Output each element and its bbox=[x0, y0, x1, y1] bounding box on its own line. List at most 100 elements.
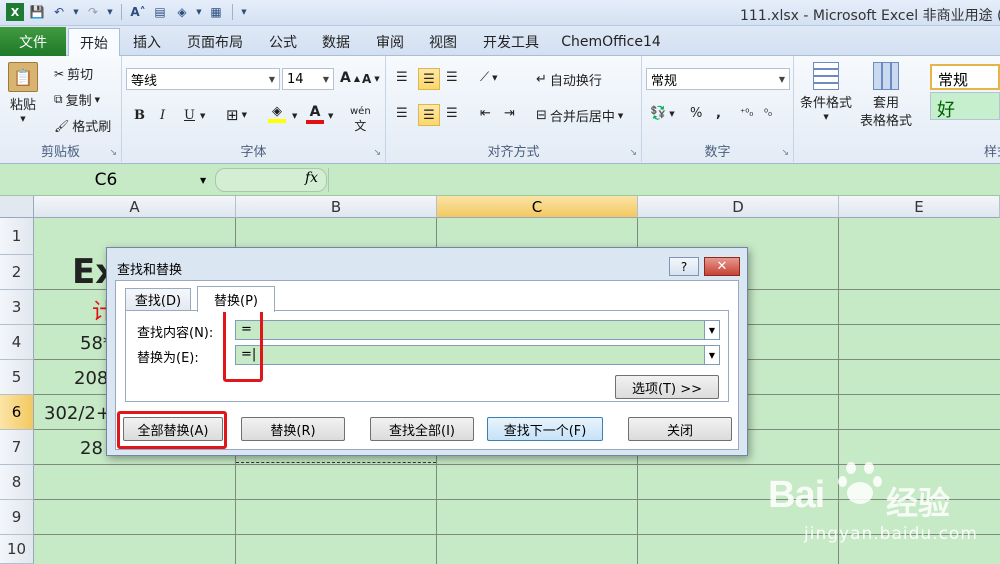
font-size-icon[interactable]: A˄ bbox=[129, 3, 147, 21]
tab-developer[interactable]: 开发工具 bbox=[474, 28, 548, 56]
undo-icon[interactable]: ↶ bbox=[50, 3, 68, 21]
bold-button[interactable]: B bbox=[134, 108, 145, 123]
redo-dropdown-icon[interactable]: ▼ bbox=[106, 3, 114, 21]
shrink-font-button[interactable]: A ▼ bbox=[362, 72, 380, 86]
font-color-dropdown-icon[interactable]: ▼ bbox=[328, 112, 333, 120]
redo-icon[interactable]: ↷ bbox=[84, 3, 102, 21]
select-all-corner[interactable] bbox=[0, 196, 34, 218]
font-name-combo[interactable]: 等线 ▼ bbox=[126, 68, 280, 90]
undo-dropdown-icon[interactable]: ▼ bbox=[72, 3, 80, 21]
wrap-text-button[interactable]: ↵ 自动换行 bbox=[536, 70, 602, 89]
orientation-button[interactable]: ⟋ ▼ bbox=[480, 70, 498, 85]
column-header-c[interactable]: C bbox=[437, 196, 638, 218]
row-header-9[interactable]: 9 bbox=[0, 500, 34, 535]
style-normal[interactable]: 常规 bbox=[930, 64, 1000, 90]
row-header-3[interactable]: 3 bbox=[0, 290, 34, 325]
cell-a5[interactable]: 208 bbox=[74, 368, 108, 389]
column-header-e[interactable]: E bbox=[839, 196, 1000, 218]
align-middle-button[interactable]: ☰ bbox=[418, 68, 440, 90]
tab-file[interactable]: 文件 bbox=[0, 27, 66, 56]
cut-button[interactable]: ✂ 剪切 bbox=[54, 64, 93, 84]
replace-with-dropdown-icon[interactable]: ▼ bbox=[704, 345, 720, 365]
customize-qat-icon[interactable]: ▼ bbox=[240, 3, 248, 21]
cell-a7[interactable]: 28 bbox=[80, 438, 103, 459]
underline-button[interactable]: U bbox=[184, 108, 195, 123]
conditional-format-button[interactable]: 条件格式 ▼ bbox=[800, 62, 852, 121]
align-center-button[interactable]: ☰ bbox=[418, 104, 440, 126]
tab-view[interactable]: 视图 bbox=[420, 28, 466, 56]
dialog-launcher-icon[interactable]: ↘ bbox=[109, 148, 117, 158]
underline-dropdown-icon[interactable]: ▼ bbox=[200, 112, 205, 120]
help-button[interactable]: ? bbox=[669, 257, 699, 276]
formula-input[interactable] bbox=[328, 168, 1000, 192]
number-format-combo[interactable]: 常规 ▼ bbox=[646, 68, 790, 90]
insert-function-icon[interactable]: fx bbox=[305, 170, 318, 186]
name-box-dropdown-icon[interactable]: ▼ bbox=[200, 176, 206, 185]
tab-review[interactable]: 审阅 bbox=[367, 28, 413, 56]
align-top-button[interactable]: ☰ bbox=[396, 70, 408, 85]
dialog-launcher-icon[interactable]: ↘ bbox=[629, 148, 637, 158]
row-header-5[interactable]: 5 bbox=[0, 360, 34, 395]
close-button[interactable]: 关闭 bbox=[628, 417, 732, 441]
dialog-launcher-icon[interactable]: ↘ bbox=[373, 148, 381, 158]
tab-page-layout[interactable]: 页面布局 bbox=[178, 28, 252, 56]
column-header-a[interactable]: A bbox=[34, 196, 236, 218]
find-what-dropdown-icon[interactable]: ▼ bbox=[704, 320, 720, 340]
decrease-indent-button[interactable]: ⇤ bbox=[480, 106, 491, 121]
tab-replace[interactable]: 替换(P) bbox=[197, 286, 275, 312]
tab-home[interactable]: 开始 bbox=[68, 28, 120, 56]
row-header-4[interactable]: 4 bbox=[0, 325, 34, 360]
tab-data[interactable]: 数据 bbox=[313, 28, 359, 56]
align-left-button[interactable]: ☰ bbox=[396, 106, 408, 121]
increase-decimal-button[interactable]: ⁺⁰₀ bbox=[740, 108, 753, 119]
row-header-1[interactable]: 1 bbox=[0, 218, 34, 255]
format-painter-button[interactable]: 🖌 格式刷 bbox=[54, 116, 111, 136]
tab-chemoffice[interactable]: ChemOffice14 bbox=[557, 28, 665, 56]
dialog-launcher-icon[interactable]: ↘ bbox=[781, 148, 789, 158]
row-header-6[interactable]: 6 bbox=[0, 395, 34, 430]
print-preview-icon[interactable]: ▤ bbox=[151, 3, 169, 21]
font-color-button[interactable]: A bbox=[306, 104, 324, 124]
align-right-button[interactable]: ☰ bbox=[446, 106, 458, 121]
grow-font-button[interactable]: A ▲ bbox=[340, 70, 360, 86]
paste-button[interactable]: 📋 粘贴 ▼ bbox=[8, 62, 38, 123]
phonetic-button[interactable]: wén 文 bbox=[350, 106, 371, 134]
row-header-8[interactable]: 8 bbox=[0, 465, 34, 500]
close-icon[interactable]: ✕ bbox=[704, 257, 740, 276]
row-header-10[interactable]: 10 bbox=[0, 535, 34, 564]
column-header-b[interactable]: B bbox=[236, 196, 437, 218]
increase-indent-button[interactable]: ⇥ bbox=[504, 106, 515, 121]
comma-button[interactable]: , bbox=[716, 106, 721, 121]
fill-dropdown-icon[interactable]: ▼ bbox=[292, 112, 297, 120]
replace-with-input[interactable]: =| bbox=[235, 345, 705, 365]
row-header-7[interactable]: 7 bbox=[0, 430, 34, 465]
merge-center-button[interactable]: ⊟ 合并后居中 ▼ bbox=[536, 106, 623, 125]
copy-button[interactable]: ⧉ 复制 ▼ bbox=[54, 90, 100, 109]
tab-insert[interactable]: 插入 bbox=[124, 28, 170, 56]
find-next-button[interactable]: 查找下一个(F) bbox=[487, 417, 603, 441]
format-icon[interactable]: ◈ bbox=[173, 3, 191, 21]
decrease-decimal-button[interactable]: ⁰₀ bbox=[764, 108, 772, 119]
font-size-combo[interactable]: 14 ▼ bbox=[282, 68, 334, 90]
tab-formulas[interactable]: 公式 bbox=[260, 28, 306, 56]
form-icon[interactable]: ▦ bbox=[207, 3, 225, 21]
format-as-table-button[interactable]: 套用 表格格式 bbox=[860, 62, 912, 129]
italic-button[interactable]: I bbox=[160, 108, 165, 123]
border-button[interactable]: ⊞ ▼ bbox=[226, 106, 247, 124]
tab-find[interactable]: 查找(D) bbox=[125, 288, 191, 310]
style-good[interactable]: 好 bbox=[930, 92, 1000, 121]
column-header-d[interactable]: D bbox=[638, 196, 839, 218]
format-dropdown-icon[interactable]: ▼ bbox=[195, 3, 203, 21]
find-all-button[interactable]: 查找全部(I) bbox=[370, 417, 474, 441]
accounting-button[interactable]: 💱 ▼ bbox=[650, 106, 675, 121]
save-icon[interactable]: 💾 bbox=[28, 3, 46, 21]
options-button[interactable]: 选项(T) >> bbox=[615, 375, 719, 399]
fill-color-button[interactable]: ◈ bbox=[268, 104, 286, 123]
find-what-input[interactable]: = bbox=[235, 320, 705, 340]
name-box[interactable]: C6 bbox=[2, 168, 210, 192]
percent-button[interactable]: % bbox=[690, 106, 702, 121]
replace-button[interactable]: 替换(R) bbox=[241, 417, 345, 441]
align-bottom-button[interactable]: ☰ bbox=[446, 70, 458, 85]
row-header-2[interactable]: 2 bbox=[0, 255, 34, 290]
cell-a6[interactable]: 302/2+ bbox=[44, 403, 111, 424]
